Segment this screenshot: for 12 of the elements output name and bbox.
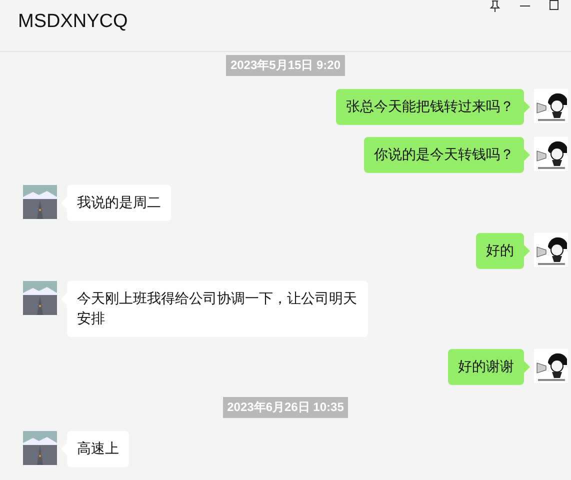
avatar-cartoon-drawing[interactable]: [534, 233, 568, 267]
avatar-photo-placeholder[interactable]: [23, 185, 57, 219]
avatar-photo-placeholder[interactable]: [23, 281, 57, 315]
timestamp: 2023年5月15日 9:20: [226, 55, 345, 76]
avatar-photo-placeholder[interactable]: [23, 431, 57, 465]
pin-icon[interactable]: [489, 0, 501, 12]
maximize-icon[interactable]: [549, 0, 559, 10]
avatar-cartoon-drawing[interactable]: [534, 137, 568, 171]
timestamp: 2023年6月26日 10:35: [223, 397, 348, 418]
window-title: MSDXNYCQ: [18, 11, 128, 33]
avatar-cartoon-drawing[interactable]: [534, 349, 568, 383]
avatar-cartoon-drawing[interactable]: [534, 89, 568, 123]
